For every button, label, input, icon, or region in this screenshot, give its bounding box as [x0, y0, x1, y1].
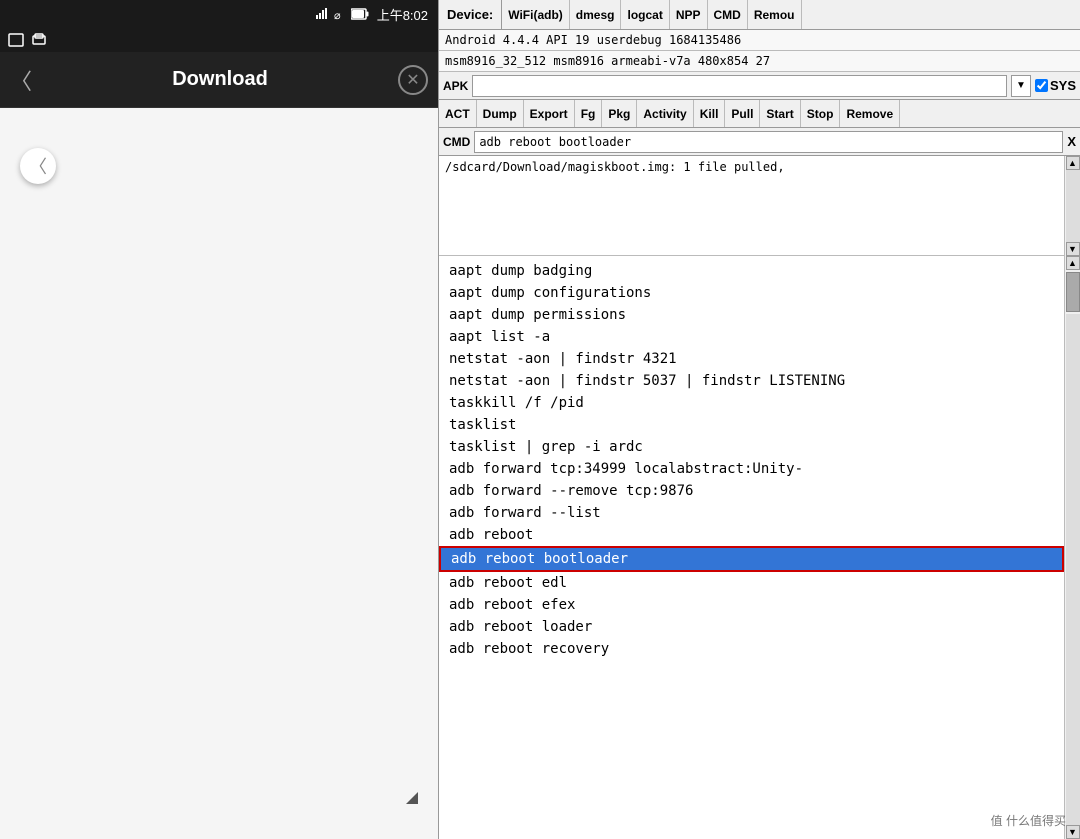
- list-item[interactable]: aapt dump configurations: [439, 282, 1064, 304]
- kill-button[interactable]: Kill: [694, 100, 726, 127]
- nav-icon1: [8, 33, 24, 47]
- list-item[interactable]: adb reboot edl: [439, 572, 1064, 594]
- action-row: ACT Dump Export Fg Pkg Activity Kill Pul…: [439, 100, 1080, 128]
- list-item[interactable]: adb forward --list: [439, 502, 1064, 524]
- list-scroll-track: [1066, 314, 1080, 825]
- list-item[interactable]: netstat -aon | findstr 5037 | findstr LI…: [439, 370, 1064, 392]
- activity-button[interactable]: Activity: [637, 100, 693, 127]
- scroll-track: [1066, 170, 1080, 242]
- list-item[interactable]: taskkill /f /pid: [439, 392, 1064, 414]
- apk-row: APK ▼ SYS: [439, 72, 1080, 100]
- svg-text:⌀: ⌀: [334, 10, 341, 21]
- apk-label: APK: [443, 79, 468, 93]
- cmd-input[interactable]: [474, 131, 1063, 153]
- toolbar-row1: Device: WiFi(adb) dmesg logcat NPP CMD R…: [439, 0, 1080, 30]
- signal-icon: [315, 7, 329, 21]
- list-scroll-thumb[interactable]: [1066, 272, 1080, 312]
- act-button[interactable]: ACT: [439, 100, 477, 127]
- cmd-row: CMD X: [439, 128, 1080, 156]
- list-scroll-up[interactable]: ▲: [1066, 256, 1080, 270]
- cmd-button[interactable]: CMD: [708, 0, 748, 29]
- nav-icon2: [32, 33, 46, 47]
- sys-checkbox-area: SYS: [1035, 78, 1076, 93]
- device-info-row1: Android 4.4.4 API 19 userdebug 168413548…: [439, 30, 1080, 51]
- watermark: 值 什么值得买: [991, 812, 1066, 829]
- stop-button[interactable]: Stop: [801, 100, 841, 127]
- apk-input[interactable]: [472, 75, 1007, 97]
- commands-list: aapt dump badgingaapt dump configuration…: [439, 256, 1064, 839]
- pull-button[interactable]: Pull: [725, 100, 760, 127]
- list-item[interactable]: tasklist: [439, 414, 1064, 436]
- back-button[interactable]: 〈: [10, 64, 32, 96]
- list-item[interactable]: adb reboot efex: [439, 594, 1064, 616]
- corner-indicator: [406, 792, 418, 804]
- dmesg-button[interactable]: dmesg: [570, 0, 622, 29]
- action-remove-button[interactable]: Remove: [840, 100, 900, 127]
- device-info-row2: msm8916_32_512 msm8916 armeabi-v7a 480x8…: [439, 51, 1080, 72]
- list-item[interactable]: adb reboot: [439, 524, 1064, 546]
- export-button[interactable]: Export: [524, 100, 575, 127]
- status-bar: ⌀ 上午8:02: [0, 0, 438, 28]
- status-icons: ⌀ 上午8:02: [315, 5, 428, 24]
- commands-list-wrapper: aapt dump badgingaapt dump configuration…: [439, 256, 1080, 839]
- pkg-button[interactable]: Pkg: [602, 100, 637, 127]
- list-item[interactable]: adb reboot loader: [439, 616, 1064, 638]
- output-container: /sdcard/Download/magiskboot.img: 1 file …: [439, 156, 1080, 256]
- apk-dropdown[interactable]: ▼: [1011, 75, 1031, 97]
- list-item[interactable]: aapt dump permissions: [439, 304, 1064, 326]
- signal2-icon: ⌀: [333, 7, 347, 21]
- npp-button[interactable]: NPP: [670, 0, 708, 29]
- logcat-button[interactable]: logcat: [621, 0, 669, 29]
- list-item[interactable]: aapt list -a: [439, 326, 1064, 348]
- list-item[interactable]: tasklist | grep -i ardc: [439, 436, 1064, 458]
- android-content: 〈: [0, 108, 438, 839]
- list-item[interactable]: netstat -aon | findstr 4321: [439, 348, 1064, 370]
- cmd-label: CMD: [443, 135, 470, 149]
- scroll-down-arrow[interactable]: ▼: [1066, 242, 1080, 256]
- android-panel: ⌀ 上午8:02 〈 Download ✕ 〈: [0, 0, 438, 839]
- list-item[interactable]: adb reboot bootloader: [439, 546, 1064, 572]
- wifi-adb-button[interactable]: WiFi(adb): [502, 0, 570, 29]
- output-area: /sdcard/Download/magiskboot.img: 1 file …: [439, 156, 1064, 256]
- device-label: Device:: [439, 0, 502, 29]
- sys-label: SYS: [1050, 78, 1076, 93]
- cmd-clear-button[interactable]: X: [1067, 134, 1076, 149]
- list-scroll-down[interactable]: ▼: [1066, 825, 1080, 839]
- dump-button[interactable]: Dump: [477, 100, 524, 127]
- close-button[interactable]: ✕: [398, 65, 428, 95]
- remove-button[interactable]: Remou: [748, 0, 802, 29]
- sys-checkbox[interactable]: [1035, 79, 1048, 92]
- list-item[interactable]: adb forward tcp:34999 localabstract:Unit…: [439, 458, 1064, 480]
- adb-tool-panel: Device: WiFi(adb) dmesg logcat NPP CMD R…: [438, 0, 1080, 839]
- output-text: /sdcard/Download/magiskboot.img: 1 file …: [445, 160, 785, 174]
- list-item[interactable]: adb reboot recovery: [439, 638, 1064, 660]
- output-scrollbar[interactable]: ▲ ▼: [1064, 156, 1080, 256]
- list-item[interactable]: adb forward --remove tcp:9876: [439, 480, 1064, 502]
- battery-icon: [351, 8, 369, 20]
- time-display: 上午8:02: [377, 5, 428, 24]
- list-scrollbar[interactable]: ▲ ▼: [1064, 256, 1080, 839]
- scroll-up-arrow[interactable]: ▲: [1066, 156, 1080, 170]
- list-item[interactable]: aapt dump badging: [439, 260, 1064, 282]
- fg-button[interactable]: Fg: [575, 100, 603, 127]
- start-button[interactable]: Start: [760, 100, 800, 127]
- download-bar: 〈 Download ✕: [0, 52, 438, 108]
- download-title: Download: [42, 68, 398, 91]
- scroll-left-arrow[interactable]: 〈: [20, 148, 56, 184]
